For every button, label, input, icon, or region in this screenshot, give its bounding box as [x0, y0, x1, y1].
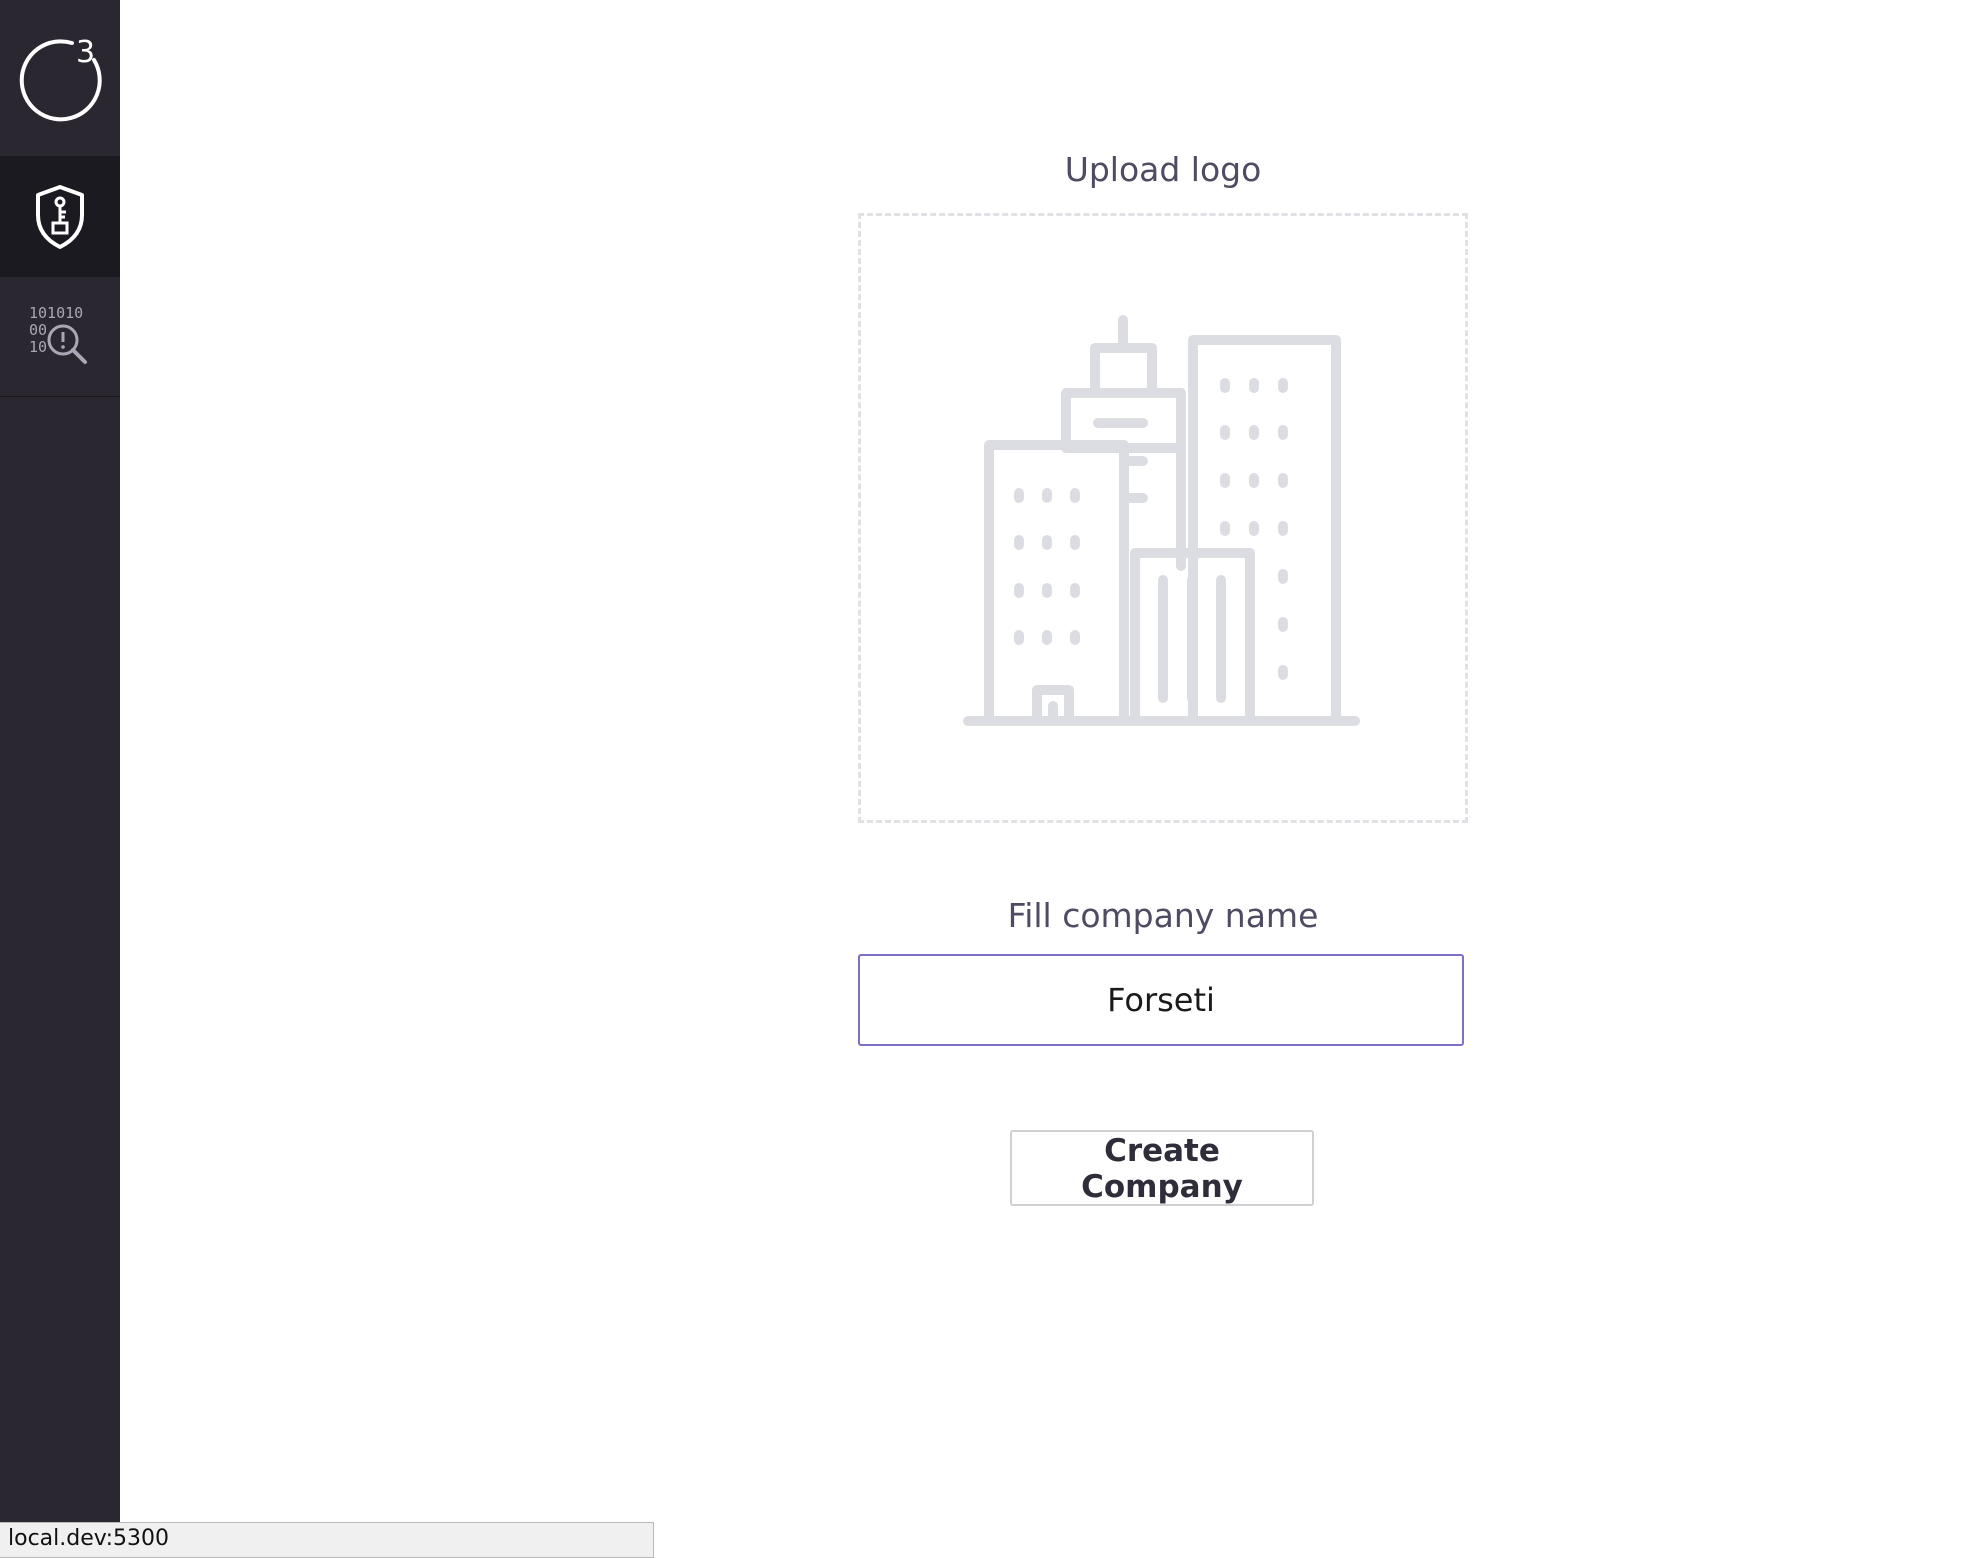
- c3-logo-icon: 3: [19, 35, 102, 122]
- buildings-icon: [963, 315, 1360, 726]
- logo-dropzone[interactable]: [858, 213, 1468, 823]
- app-logo[interactable]: 3: [0, 0, 120, 157]
- company-name-label: Fill company name: [1007, 896, 1319, 935]
- main-content: Upload logo Fill company name Forseti Cr…: [120, 0, 1962, 1558]
- upload-logo-label: Upload logo: [1064, 150, 1262, 189]
- create-company-button[interactable]: Create Company: [1010, 1130, 1314, 1206]
- svg-text:101010: 101010: [29, 304, 83, 322]
- svg-text:10: 10: [29, 338, 47, 356]
- svg-text:3: 3: [76, 35, 95, 70]
- key-shield-icon: [36, 185, 84, 249]
- status-bar-url: local.dev:5300: [0, 1522, 654, 1558]
- binary-search-alert-icon: 101010 00 10: [29, 304, 87, 364]
- company-name-input[interactable]: [858, 954, 1464, 1046]
- sidebar-item-analysis[interactable]: 101010 00 10: [0, 278, 120, 397]
- sidebar: 3 101010 00 10: [0, 0, 120, 1558]
- svg-text:00: 00: [29, 321, 47, 339]
- sidebar-item-access[interactable]: [0, 157, 120, 277]
